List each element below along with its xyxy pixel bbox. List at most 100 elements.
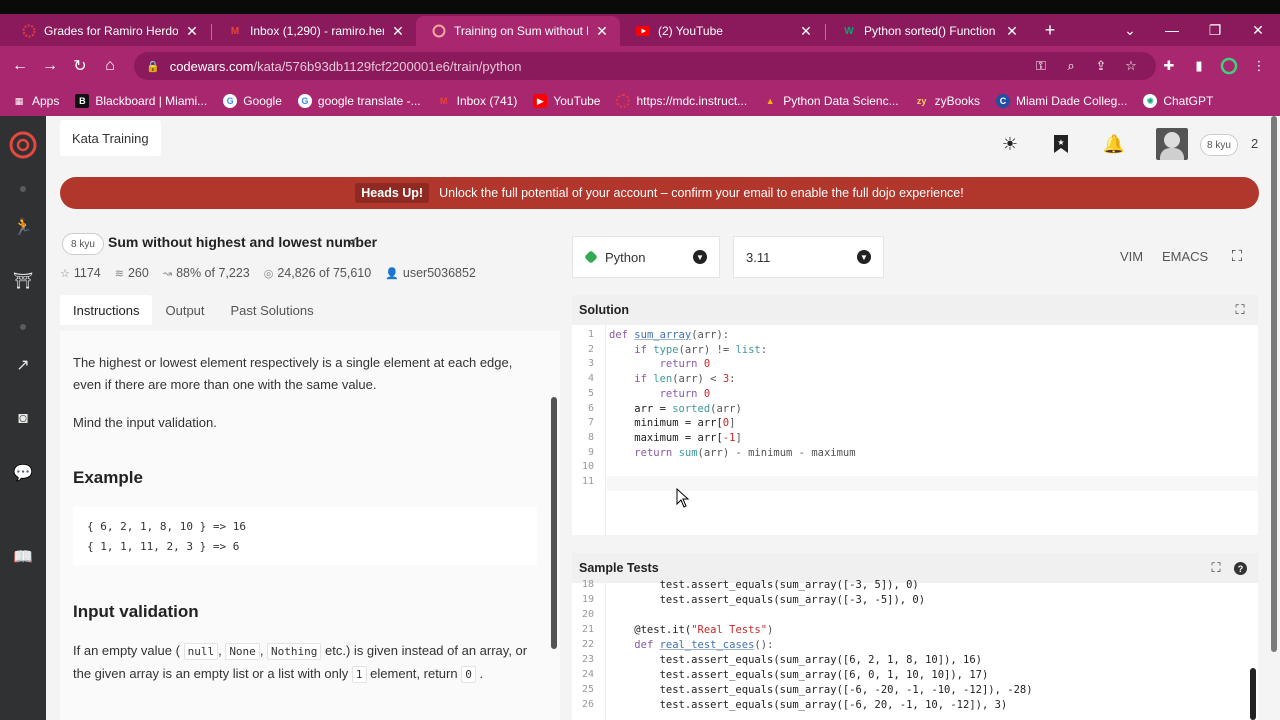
bookmark-star-icon[interactable]: ☆ <box>1120 54 1142 78</box>
line-number: 6 <box>587 402 594 414</box>
extensions-icon[interactable]: ✚ <box>1158 54 1180 78</box>
heads-up-banner[interactable]: Heads Up! Unlock the full potential of y… <box>60 177 1259 209</box>
solution-header: Solution <box>572 295 1258 325</box>
language-select[interactable]: Python ▼ <box>572 236 720 278</box>
version-select[interactable]: 3.11 ▼ <box>733 236 884 278</box>
address-bar-row: ← → ↻ ⌂ 🔒 codewars.com/kata/576b93db1129… <box>0 46 1280 86</box>
url-path: /kata/576b93db1129fcf2200001e6/train/pyt… <box>253 58 522 74</box>
close-tab-icon[interactable]: ✕ <box>594 23 610 40</box>
line-number: 18 <box>581 579 594 590</box>
close-tab-icon[interactable]: ✕ <box>798 23 814 40</box>
home-icon[interactable]: ⌂ <box>98 54 122 78</box>
expand-icon[interactable]: ⛶ <box>1208 560 1224 576</box>
tab-search-chevron-icon[interactable]: ⌄ <box>1110 16 1150 44</box>
screen: Grades for Ramiro Herdocia ✕ M Inbox (1,… <box>0 0 1280 720</box>
bookmark-icon[interactable]: ★ <box>1049 132 1073 156</box>
collections-stat[interactable]: ≋ 260 <box>115 266 149 280</box>
discussions-icon[interactable]: 💬 <box>8 458 38 488</box>
tab-past-solutions[interactable]: Past Solutions <box>218 295 327 325</box>
bookmark-zybooks[interactable]: zy zyBooks <box>915 94 980 108</box>
bookmark-label: zyBooks <box>934 94 980 108</box>
browser-tab[interactable]: M Inbox (1,290) - ramiro.herdo ✕ <box>212 16 416 46</box>
text-span: element, return <box>370 666 458 681</box>
browser-tab[interactable]: (2) YouTube ✕ <box>620 16 824 46</box>
bookmark-python-ds[interactable]: ▲ Python Data Scienc... <box>763 94 899 108</box>
tab-instructions[interactable]: Instructions <box>60 295 153 325</box>
leaderboard-trend-icon[interactable]: ↗ <box>8 350 38 380</box>
bookmark-apps[interactable]: ▦ Apps <box>12 94 60 108</box>
restore-icon[interactable]: ❐ <box>1195 16 1235 44</box>
line-number: 7 <box>587 417 594 429</box>
avatar[interactable] <box>1156 128 1188 160</box>
bookmark-google[interactable]: G Google <box>223 94 282 108</box>
bookmark-mdc-instructure[interactable]: https://mdc.instruct... <box>616 94 747 108</box>
notifications-bell-icon[interactable]: 🔔 <box>1102 132 1126 156</box>
browser-tab-active[interactable]: Training on Sum without hig ✕ <box>416 16 620 46</box>
bookmark-mdc[interactable]: C Miami Dade Colleg... <box>995 94 1127 108</box>
chatgpt-icon: ✺ <box>1143 94 1158 108</box>
help-icon[interactable]: ? <box>1232 560 1248 576</box>
zybooks-icon: zy <box>916 96 927 106</box>
discord-icon[interactable]: ◙ <box>8 404 38 434</box>
new-tab-icon[interactable]: + <box>1030 16 1070 44</box>
reload-icon[interactable]: ↻ <box>68 54 92 78</box>
code-line: test.assert_equals(sum_array([-6, -20, -… <box>609 684 1033 696</box>
browser-tab[interactable]: Grades for Ramiro Herdocia ✕ <box>6 16 210 46</box>
sidepanel-icon[interactable]: ▮ <box>1188 54 1210 78</box>
docs-book-icon[interactable]: 📖 <box>8 542 38 572</box>
stars-value: 1174 <box>73 266 101 280</box>
bookmark-inbox[interactable]: M Inbox (741) <box>437 94 517 108</box>
line-number: 21 <box>581 624 594 635</box>
stars-stat[interactable]: ☆ 1174 <box>60 266 101 280</box>
close-window-icon[interactable]: ✕ <box>1238 16 1278 44</box>
close-tab-icon[interactable]: ✕ <box>390 23 406 40</box>
example-line: { 1, 1, 11, 2, 3 } => 6 <box>87 540 240 553</box>
line-number: 2 <box>587 343 594 355</box>
zoom-icon[interactable]: ⌕ <box>1060 54 1082 78</box>
dojo-icon[interactable]: ⛩ <box>8 266 38 296</box>
inline-code: 1 <box>351 666 367 683</box>
bookmark-blackboard[interactable]: B Blackboard | Miami... <box>75 94 207 108</box>
share-icon[interactable]: ⇪ <box>1090 54 1112 78</box>
author-stat[interactable]: 👤 user5036852 <box>385 266 476 280</box>
line-number: 20 <box>581 609 594 620</box>
theme-sun-icon[interactable]: ☀ <box>998 132 1022 156</box>
user-icon: 👤 <box>385 267 399 280</box>
tests-code-editor[interactable]: 18 test.assert_equals(sum_array([-3, 5])… <box>572 579 1258 720</box>
page-scrollbar-thumb[interactable] <box>1271 116 1277 652</box>
lock-icon: 🔒 <box>146 60 160 73</box>
example-line: { 6, 2, 1, 8, 10 } => 16 <box>87 520 246 533</box>
close-tab-icon[interactable]: ✕ <box>1004 23 1020 40</box>
tab-output[interactable]: Output <box>152 295 217 325</box>
url-input[interactable]: 🔒 codewars.com/kata/576b93db1129fcf22000… <box>134 52 1156 80</box>
back-icon[interactable]: ← <box>8 54 32 78</box>
bookmark-google-translate[interactable]: Ggoogle translate -... <box>297 94 421 108</box>
bookmark-youtube[interactable]: ▶ YouTube <box>533 94 600 108</box>
bookmark-chatgpt[interactable]: ✺ ChatGPT <box>1143 94 1213 108</box>
train-icon[interactable]: 🏃 <box>8 212 38 242</box>
profile-icon[interactable] <box>1218 54 1240 78</box>
tests-scrollbar[interactable] <box>1250 668 1256 720</box>
text-span: If an empty value ( <box>73 643 180 658</box>
author-value: user5036852 <box>402 266 476 280</box>
instructions-scrollbar[interactable] <box>551 397 557 649</box>
vim-mode-toggle[interactable]: VIM <box>1120 249 1143 264</box>
menu-kebab-icon[interactable]: ⋮ <box>1248 54 1270 78</box>
expand-icon[interactable]: ⛶ <box>1232 302 1248 318</box>
browser-tab[interactable]: W Python sorted() Function ✕ <box>826 16 1030 46</box>
key-icon[interactable]: ⚿ <box>1030 54 1052 78</box>
close-tab-icon[interactable]: ✕ <box>184 23 200 40</box>
line-number: 4 <box>587 373 594 385</box>
forward-icon[interactable]: → <box>38 54 62 78</box>
google-icon: G <box>223 94 238 108</box>
solution-code-editor[interactable]: 1 def sum_array(arr): 2 if type(arr) != li… <box>572 325 1258 535</box>
emacs-mode-toggle[interactable]: EMACS <box>1162 249 1208 264</box>
page-scrollbar[interactable] <box>1268 116 1280 720</box>
python-ds-icon: ▲ <box>765 96 775 106</box>
bookmark-label: Python Data Scienc... <box>783 94 899 108</box>
chevron-down-icon: ▼ <box>857 250 871 264</box>
sample-tests-title: Sample Tests <box>579 561 659 575</box>
fullscreen-icon[interactable]: ⛶ <box>1229 248 1245 265</box>
codewars-logo-icon[interactable] <box>8 130 38 160</box>
minimize-icon[interactable]: — <box>1152 16 1192 44</box>
